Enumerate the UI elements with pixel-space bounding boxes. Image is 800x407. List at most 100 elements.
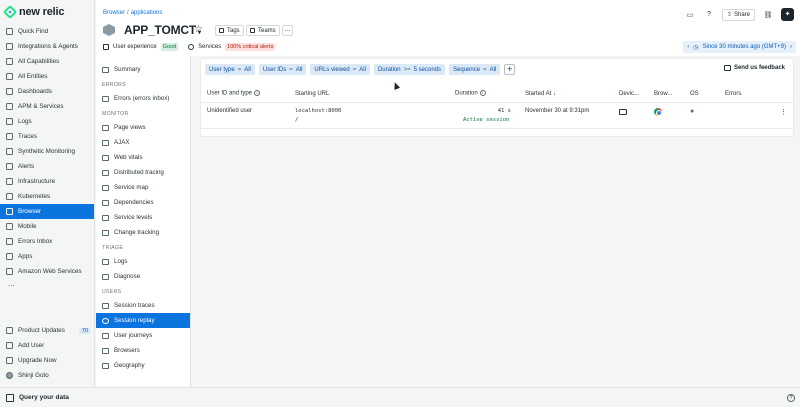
chevron-right-icon[interactable]: › <box>790 44 792 50</box>
info-icon[interactable]: i <box>479 90 486 97</box>
filter-pill-duration[interactable]: Duration >= 5 seconds <box>373 64 446 75</box>
query-your-data-bar[interactable]: Query your data ? <box>0 387 800 407</box>
filter-op: = <box>483 66 487 73</box>
help-icon[interactable]: ? <box>703 9 715 21</box>
sidebar-item-shinji-goto[interactable]: Shinji Goto <box>0 368 95 383</box>
subnav-item-service-levels[interactable]: Service levels <box>96 210 190 225</box>
sidebar-item-traces[interactable]: Traces <box>0 129 94 144</box>
sidebar-item-label: Browser <box>18 208 42 215</box>
subnav-item-geography[interactable]: Geography <box>96 358 190 373</box>
time-picker[interactable]: ‹ ◷ Since 30 minutes ago (GMT+9) › <box>683 41 796 53</box>
critical-alerts-badge[interactable]: 100% critical alerts <box>225 43 276 51</box>
subnav-item-service-map[interactable]: Service map <box>96 180 190 195</box>
subnav-item-diagnose[interactable]: Diagnose <box>96 269 190 284</box>
send-feedback-button[interactable]: Send us feedback <box>723 65 785 71</box>
filter-pill-sequence[interactable]: Sequence = All <box>449 64 501 75</box>
info-icon[interactable]: i <box>254 90 261 97</box>
subnav-item-summary[interactable]: Summary <box>96 62 190 77</box>
subnav-item-dependencies[interactable]: Dependencies <box>96 195 190 210</box>
services-label[interactable]: Services <box>198 44 221 50</box>
col-started-at[interactable]: Started At ↓ <box>525 91 619 97</box>
sidebar-item-label: Product Updates <box>18 327 65 334</box>
chrome-icon <box>654 108 662 116</box>
teams-button[interactable]: Teams <box>246 25 280 36</box>
user-experience-icon <box>103 44 109 50</box>
sidebar-item-all-entities[interactable]: All Entities <box>0 69 94 84</box>
col-duration[interactable]: Duration i <box>455 90 525 97</box>
logs-icon <box>102 258 109 265</box>
breadcrumb-applications-link[interactable]: applications <box>131 10 163 16</box>
ux-status-badge: Good <box>160 43 179 51</box>
sidebar-item-dashboards[interactable]: Dashboards <box>0 84 94 99</box>
sidebar-item-amazon-web-services[interactable]: Amazon Web Services <box>0 264 94 279</box>
search-icon <box>6 28 13 35</box>
ai-assistant-icon[interactable]: ✦ <box>781 8 794 21</box>
sidebar-item-all-capabilities[interactable]: All Capabilities <box>0 54 94 69</box>
row-actions-icon[interactable]: ⋮ <box>780 108 787 116</box>
cell-os: ● <box>690 108 725 128</box>
query-icon <box>6 393 14 402</box>
col-errors[interactable]: Errors <box>725 91 787 97</box>
errors-errors-inbox-icon <box>102 95 109 102</box>
sidebar-item-alerts[interactable]: Alerts <box>0 159 94 174</box>
subnav-item-user-journeys[interactable]: User journeys <box>96 328 190 343</box>
sidebar-item-infrastructure[interactable]: Infrastructure <box>0 174 94 189</box>
sidebar-item-errors-inbox[interactable]: Errors Inbox <box>0 234 94 249</box>
table-row[interactable]: Unidentified user localhost:8000 / 41 s … <box>201 103 793 129</box>
sidebar-item-integrations-agents[interactable]: Integrations & Agents <box>0 39 94 54</box>
active-session-status: Active session <box>463 117 510 123</box>
subnav-item-web-vitals[interactable]: Web vitals <box>96 150 190 165</box>
col-browser[interactable]: Brow... <box>654 91 690 97</box>
subnav-item-page-views[interactable]: Page views <box>96 120 190 135</box>
more-actions-button[interactable]: … <box>282 25 293 36</box>
tags-button[interactable]: Tags <box>215 25 244 36</box>
subnav-item-ajax[interactable]: AJAX <box>96 135 190 150</box>
sidebar-item-product-updates[interactable]: Product Updates 70 <box>0 323 95 338</box>
ajax-icon <box>102 139 109 146</box>
subnav-item-browsers[interactable]: Browsers <box>96 343 190 358</box>
sidebar-item-logs[interactable]: Logs <box>0 114 94 129</box>
sidebar-item-add-user[interactable]: Add User <box>0 338 95 353</box>
subnav-item-distributed-tracing[interactable]: Distributed tracing <box>96 165 190 180</box>
sidebar-item-quick-find[interactable]: Quick Find <box>0 24 94 39</box>
col-started-label: Started At <box>525 90 552 97</box>
user-experience-label[interactable]: User experience <box>113 44 157 50</box>
filter-pill-user-ids[interactable]: User IDs = All <box>258 64 307 75</box>
add-filter-button[interactable]: + <box>504 64 516 75</box>
subnav-item-logs[interactable]: Logs <box>96 254 190 269</box>
link-icon[interactable]: ⛓ <box>762 9 774 21</box>
sidebar-item-label: All Capabilities <box>18 58 60 65</box>
share-button[interactable]: ⇪ Share <box>721 8 755 21</box>
chevron-left-icon[interactable]: ‹ <box>687 44 689 50</box>
sidebar-item-kubernetes[interactable]: Kubernetes <box>0 189 94 204</box>
subnav-label: Service map <box>114 184 149 191</box>
sidebar-item-apps[interactable]: Apps <box>0 249 94 264</box>
sidebar-item-apm-services[interactable]: APM & Services <box>0 99 94 114</box>
help-circle-icon[interactable]: ? <box>787 394 795 402</box>
entity-title-dropdown[interactable]: APP_TOMCT ▾ <box>124 23 201 37</box>
subnav-item-errors-errors-inbox[interactable]: Errors (errors inbox) <box>96 91 190 106</box>
sidebar-item-upgrade-now[interactable]: Upgrade Now <box>0 353 95 368</box>
more-menu-icon[interactable]: ... <box>0 279 94 293</box>
browser-icon <box>6 208 13 215</box>
subnav-item-session-traces[interactable]: Session traces <box>96 298 190 313</box>
filter-pill-urls-viewed[interactable]: URLs viewed = All <box>310 64 370 75</box>
col-user-label: User ID and type <box>207 90 253 97</box>
chat-icon[interactable]: ▭ <box>684 9 696 21</box>
col-device[interactable]: Devic... <box>619 91 654 97</box>
subnav-item-session-replay[interactable]: Session replay <box>96 313 190 328</box>
subnav-label: Page views <box>114 124 146 131</box>
entity-hexagon-icon <box>103 24 115 36</box>
subnav-item-change-tracking[interactable]: Change tracking <box>96 225 190 240</box>
filter-pill-user-type[interactable]: User type = All <box>205 64 255 75</box>
new-relic-logo[interactable]: new relic <box>0 0 94 24</box>
breadcrumb-browser-link[interactable]: Browser <box>103 10 125 16</box>
favorite-star-icon[interactable]: ☆ <box>194 24 203 35</box>
sidebar-item-browser[interactable]: Browser <box>0 204 94 219</box>
sidebar-item-mobile[interactable]: Mobile <box>0 219 94 234</box>
col-url[interactable]: Starting URL <box>295 91 455 97</box>
sidebar-item-label: Dashboards <box>18 88 52 95</box>
sidebar-item-synthetic-monitoring[interactable]: Synthetic Monitoring <box>0 144 94 159</box>
col-os[interactable]: OS <box>690 91 725 97</box>
col-user[interactable]: User ID and type i <box>201 90 295 97</box>
